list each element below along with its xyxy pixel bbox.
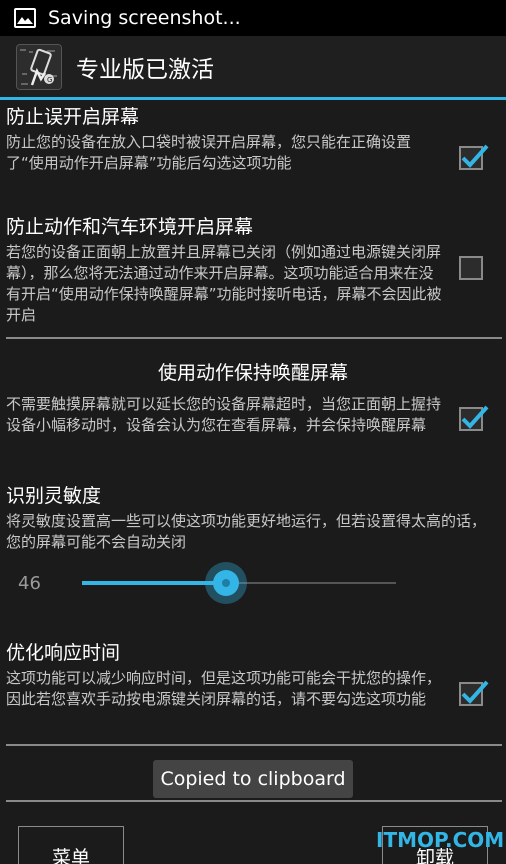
svg-text:G: G xyxy=(47,76,52,84)
pref-summary: 将灵敏度设置高一些可以使这项功能更好地运行，但若设置得太高的话，您的屏幕可能不会… xyxy=(6,512,487,551)
pref-sensitivity: 识别灵敏度 将灵敏度设置高一些可以使这项功能更好地运行，但若设置得太高的话，您的… xyxy=(6,483,500,553)
menu-button[interactable]: 菜单 xyxy=(18,826,124,864)
section-header-keep-awake: 使用动作保持唤醒屏幕 xyxy=(157,362,348,384)
pref-summary: 不需要触摸屏幕就可以延长您的设备屏幕超时，当您正面朝上握持设备小幅移动时，设备会… xyxy=(6,395,442,434)
prevent-motion-car-wake-checkbox[interactable] xyxy=(459,256,483,280)
pref-prevent-accidental-wake[interactable]: 防止误开启屏幕 防止您的设备在放入口袋时被误开启屏幕，您只能在正确设置了“使用动… xyxy=(6,104,500,174)
settings-list: 防止误开启屏幕 防止您的设备在放入口袋时被误开启屏幕，您只能在正确设置了“使用动… xyxy=(0,100,506,864)
divider xyxy=(6,744,502,746)
pref-summary: 若您的设备正面朝上放置并且屏幕已关闭（例如通过电源键关闭屏幕），那么您将无法通过… xyxy=(6,243,442,324)
pref-prevent-motion-car-wake[interactable]: 防止动作和汽车环境开启屏幕 若您的设备正面朝上放置并且屏幕已关闭（例如通过电源键… xyxy=(6,214,500,326)
divider xyxy=(6,337,502,339)
prevent-accidental-wake-checkbox[interactable] xyxy=(459,144,489,170)
app-icon[interactable]: G xyxy=(16,43,62,90)
pref-title: 识别灵敏度 xyxy=(6,485,102,507)
status-bar: Saving screenshot... xyxy=(0,0,506,36)
keep-awake-checkbox[interactable] xyxy=(459,405,489,431)
toast-message: Copied to clipboard xyxy=(153,760,353,798)
pref-title: 防止误开启屏幕 xyxy=(6,106,140,128)
action-bar: G 专业版已激活 xyxy=(0,36,506,100)
pref-keep-awake[interactable]: 不需要触摸屏幕就可以延长您的设备屏幕超时，当您正面朝上握持设备小幅移动时，设备会… xyxy=(6,394,500,436)
watermark-logo: ITMOP.COM xyxy=(376,828,505,852)
pref-summary: 这项功能可以减少响应时间，但是这项功能可能会干扰您的操作，因此若您喜欢手动按电源… xyxy=(6,669,442,708)
pref-title: 防止动作和汽车环境开启屏幕 xyxy=(6,216,254,238)
response-time-checkbox[interactable] xyxy=(459,680,489,706)
pref-title: 优化响应时间 xyxy=(6,642,121,664)
divider xyxy=(6,800,502,802)
slider-thumb[interactable] xyxy=(205,562,247,604)
sensitivity-value: 46 xyxy=(18,573,41,594)
image-icon xyxy=(14,8,36,28)
pref-response-time[interactable]: 优化响应时间 这项功能可以减少响应时间，但是这项功能可能会干扰您的操作，因此若您… xyxy=(6,640,500,710)
app-title: 专业版已激活 xyxy=(76,56,214,83)
status-text: Saving screenshot... xyxy=(48,7,241,29)
pref-summary: 防止您的设备在放入口袋时被误开启屏幕，您只能在正确设置了“使用动作开启屏幕”功能… xyxy=(6,133,412,172)
